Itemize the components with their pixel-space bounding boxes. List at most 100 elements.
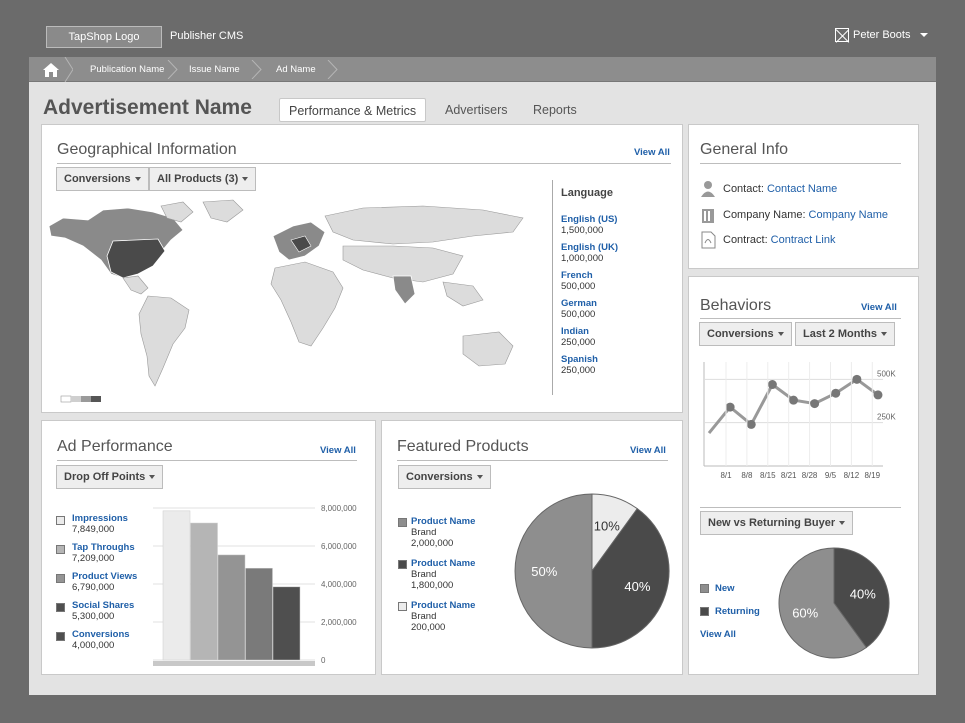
divider xyxy=(57,163,671,164)
language-name[interactable]: Indian xyxy=(561,326,618,337)
language-value: 500,000 xyxy=(561,281,596,292)
behaviors-title: Behaviors xyxy=(700,297,772,314)
legend-label[interactable]: Impressions xyxy=(72,513,137,524)
geo-metric-dropdown[interactable]: Conversions xyxy=(56,167,149,191)
y-tick-label: 250K xyxy=(877,413,896,422)
y-tick-label: 0 xyxy=(321,656,326,665)
user-name: Peter Boots xyxy=(853,29,911,41)
language-name[interactable]: Spanish xyxy=(561,354,618,365)
product-name[interactable]: Product Name xyxy=(411,516,475,527)
featured-view-all-link[interactable]: View All xyxy=(630,445,666,456)
chevron-down-icon xyxy=(920,33,929,37)
logo[interactable]: TapShop Logo xyxy=(46,26,162,48)
language-value: 1,500,000 xyxy=(561,225,604,236)
ad-performance-title: Ad Performance xyxy=(57,438,173,455)
behaviors-period-dropdown[interactable]: Last 2 Months xyxy=(795,322,895,346)
legend-value: 6,790,000 xyxy=(72,582,115,593)
data-point xyxy=(873,390,883,400)
data-point xyxy=(810,399,820,409)
legend-label[interactable]: Product Views xyxy=(72,571,137,582)
geo-view-all-link[interactable]: View All xyxy=(634,147,670,158)
chevron-down-icon xyxy=(242,177,249,182)
language-name[interactable]: English (US) xyxy=(561,214,618,225)
divider xyxy=(397,460,668,461)
world-map[interactable] xyxy=(43,196,548,406)
featured-pie-chart[interactable]: 10% 40% 50% xyxy=(514,493,670,649)
drop-off-dropdown[interactable]: Drop Off Points xyxy=(56,465,164,489)
buyer-view-all-link[interactable]: View All xyxy=(700,629,736,640)
x-tick-label: 8/12 xyxy=(844,471,860,480)
breadcrumb-issue[interactable]: Issue Name xyxy=(189,57,240,82)
dropdown-label: Last 2 Months xyxy=(803,328,877,340)
list-item: Spanish 250,000 xyxy=(561,354,618,382)
chevron-down-icon xyxy=(149,475,156,480)
product-name[interactable]: Product Name xyxy=(411,558,475,569)
x-tick-label: 8/15 xyxy=(760,471,776,480)
app-name: Publisher CMS xyxy=(170,30,244,42)
buyer-pie-chart[interactable]: 40% 60% xyxy=(778,547,890,659)
chevron-down-icon xyxy=(839,521,846,526)
dropdown-label: Conversions xyxy=(406,471,473,483)
chevron-down-icon xyxy=(880,332,887,337)
contact-row: Contact: Contact Name xyxy=(699,180,837,198)
data-point xyxy=(789,395,798,405)
y-tick-label: 6,000,000 xyxy=(321,542,357,551)
map-scale xyxy=(60,395,72,403)
y-tick-label: 500K xyxy=(877,369,896,378)
language-name[interactable]: German xyxy=(561,298,618,309)
slice-label: 10% xyxy=(594,519,620,534)
chevron-down-icon xyxy=(777,332,784,337)
language-value: 500,000 xyxy=(561,309,596,320)
bar xyxy=(217,554,246,661)
data-point xyxy=(831,388,841,398)
y-tick-label: 8,000,000 xyxy=(321,504,357,513)
featured-metric-dropdown[interactable]: Conversions xyxy=(398,465,491,489)
ad-performance-view-all-link[interactable]: View All xyxy=(320,445,356,456)
bar xyxy=(272,586,301,661)
product-name[interactable]: Product Name xyxy=(411,600,475,611)
geo-products-dropdown[interactable]: All Products (3) xyxy=(149,167,257,191)
list-item: English (US) 1,500,000 xyxy=(561,214,618,242)
legend-label[interactable]: Conversions xyxy=(72,629,137,640)
tab-reports[interactable]: Reports xyxy=(524,98,586,122)
contact-link[interactable]: Contact Name xyxy=(767,183,837,195)
tab-advertisers[interactable]: Advertisers xyxy=(436,98,517,122)
legend-swatch xyxy=(700,607,709,616)
breadcrumb-separator xyxy=(167,60,178,79)
home-icon[interactable] xyxy=(29,56,74,83)
product-brand: Brand xyxy=(411,527,437,538)
language-name[interactable]: English (UK) xyxy=(561,242,618,253)
legend-swatch xyxy=(398,560,407,569)
avatar xyxy=(835,28,849,42)
list-item: Indian 250,000 xyxy=(561,326,618,354)
breadcrumb-ad[interactable]: Ad Name xyxy=(276,57,316,82)
legend-item: Product Name Brand 2,000,000 xyxy=(398,516,475,558)
legend-item: Product Views 6,790,000 xyxy=(56,571,137,600)
user-menu[interactable]: Peter Boots xyxy=(835,28,929,42)
legend-swatch xyxy=(56,545,65,554)
product-value: 2,000,000 xyxy=(411,538,454,549)
behaviors-line-chart[interactable]: 500K 250K 8/1 8/8 8/15 8/21 8/28 9/5 8/12 8/19 xyxy=(698,356,903,486)
list-item: French 500,000 xyxy=(561,270,618,298)
legend-value: 7,849,000 xyxy=(72,524,115,535)
list-item: German 500,000 xyxy=(561,298,618,326)
legend-swatch xyxy=(56,632,65,641)
behaviors-view-all-link[interactable]: View All xyxy=(861,302,897,313)
company-link[interactable]: Company Name xyxy=(809,209,888,221)
legend-item: Impressions 7,849,000 xyxy=(56,513,137,542)
contract-link[interactable]: Contract Link xyxy=(771,234,836,246)
legend-swatch xyxy=(700,584,709,593)
legend-swatch xyxy=(56,574,65,583)
tab-performance[interactable]: Performance & Metrics xyxy=(279,98,427,122)
x-tick-label: 8/21 xyxy=(781,471,797,480)
buyer-type-dropdown[interactable]: New vs Returning Buyer xyxy=(700,511,854,535)
legend-label[interactable]: Returning xyxy=(715,606,760,617)
legend-label[interactable]: Tap Throughs xyxy=(72,542,137,553)
legend-value: 5,300,000 xyxy=(72,611,115,622)
behaviors-metric-dropdown[interactable]: Conversions xyxy=(699,322,792,346)
language-name[interactable]: French xyxy=(561,270,618,281)
breadcrumb-publication[interactable]: Publication Name xyxy=(90,57,164,82)
legend-label[interactable]: New xyxy=(715,583,735,594)
ad-performance-bar-chart[interactable]: 8,000,000 6,000,000 4,000,000 2,000,000 0 xyxy=(150,500,365,670)
legend-label[interactable]: Social Shares xyxy=(72,600,137,611)
